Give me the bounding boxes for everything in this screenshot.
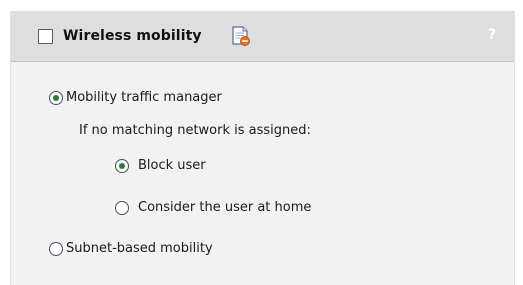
panel-header: Wireless mobility ?	[11, 11, 514, 62]
consider-home-radio[interactable]	[115, 201, 129, 215]
help-icon[interactable]: ?	[488, 27, 496, 43]
wireless-mobility-panel: Wireless mobility ? Mobility traffic man…	[10, 11, 515, 285]
subnet-based-mobility-radio[interactable]	[49, 242, 63, 256]
document-edit-icon[interactable]	[229, 24, 253, 48]
no-match-prompt: If no matching network is assigned:	[79, 123, 311, 138]
block-user-radio[interactable]	[115, 159, 129, 173]
mobility-traffic-manager-label: Mobility traffic manager	[66, 90, 222, 105]
mobility-traffic-manager-radio[interactable]	[49, 91, 63, 105]
block-user-label: Block user	[138, 158, 206, 173]
wireless-mobility-checkbox[interactable]	[38, 29, 53, 44]
panel-title: Wireless mobility	[63, 28, 202, 44]
subnet-based-mobility-label: Subnet-based mobility	[66, 241, 213, 256]
consider-home-label: Consider the user at home	[138, 200, 312, 215]
